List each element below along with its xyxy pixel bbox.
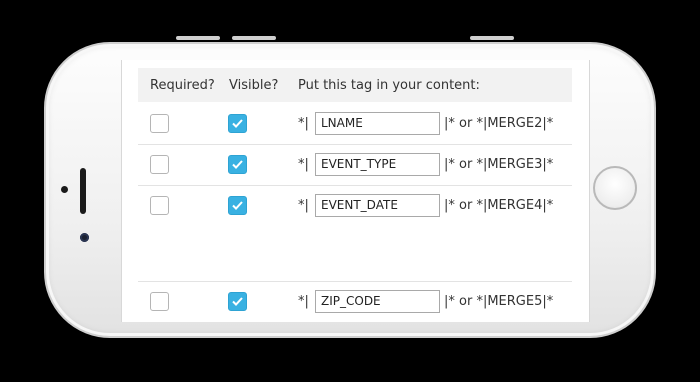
home-button[interactable] — [593, 166, 637, 210]
header-required: Required? — [150, 78, 215, 93]
table-row: *| LNAME |* or *|MERGE2|* — [138, 102, 572, 145]
table-row: *| EVENT_TYPE |* or *|MERGE3|* — [138, 144, 572, 186]
checkmark-icon — [232, 201, 243, 210]
checkmark-icon — [232, 160, 243, 169]
tag-suffix: |* or *|MERGE2|* — [444, 116, 554, 131]
required-checkbox[interactable] — [150, 196, 169, 215]
volume-button — [176, 36, 220, 40]
table-row: *| ZIP_CODE |* or *|MERGE5|* — [138, 281, 572, 322]
proximity-sensor-icon — [61, 186, 68, 193]
checkmark-icon — [232, 297, 243, 306]
tag-suffix: |* or *|MERGE4|* — [444, 198, 554, 213]
header-visible: Visible? — [229, 78, 279, 93]
merge-tag-input[interactable]: ZIP_CODE — [315, 290, 440, 313]
merge-tag-input[interactable]: LNAME — [315, 112, 440, 135]
header-tag: Put this tag in your content: — [298, 78, 480, 93]
tag-prefix: *| — [298, 157, 309, 172]
table-row: *| EVENT_DATE |* or *|MERGE4|* — [138, 185, 572, 282]
tag-suffix: |* or *|MERGE3|* — [444, 157, 554, 172]
visible-checkbox[interactable] — [228, 196, 247, 215]
table-header: Required? Visible? Put this tag in your … — [138, 68, 572, 102]
tag-prefix: *| — [298, 116, 309, 131]
checkmark-icon — [232, 119, 243, 128]
tag-suffix: |* or *|MERGE5|* — [444, 294, 554, 309]
speaker-grille — [80, 168, 86, 214]
required-checkbox[interactable] — [150, 292, 169, 311]
merge-tag-input[interactable]: EVENT_DATE — [315, 194, 440, 217]
tag-prefix: *| — [298, 198, 309, 213]
front-camera-icon — [80, 233, 89, 242]
volume-button — [232, 36, 276, 40]
merge-tag-input[interactable]: EVENT_TYPE — [315, 153, 440, 176]
tag-prefix: *| — [298, 294, 309, 309]
visible-checkbox[interactable] — [228, 292, 247, 311]
power-button — [470, 36, 514, 40]
required-checkbox[interactable] — [150, 114, 169, 133]
phone-screen: Required? Visible? Put this tag in your … — [121, 60, 590, 322]
visible-checkbox[interactable] — [228, 155, 247, 174]
merge-fields-table: Required? Visible? Put this tag in your … — [138, 68, 572, 313]
required-checkbox[interactable] — [150, 155, 169, 174]
visible-checkbox[interactable] — [228, 114, 247, 133]
